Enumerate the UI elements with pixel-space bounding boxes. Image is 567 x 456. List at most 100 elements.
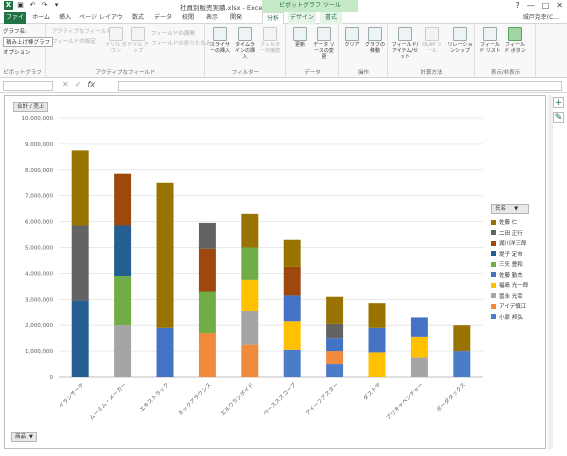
bar-segment[interactable] xyxy=(71,300,89,377)
user-account[interactable]: 城戸克幸(C... xyxy=(523,12,559,24)
bar-segment[interactable] xyxy=(114,225,132,276)
enter-icon[interactable]: ✓ xyxy=(75,80,82,89)
tab-0[interactable]: ファイル xyxy=(4,12,26,33)
insert-slicer-button[interactable]: スライサーの挿入 xyxy=(209,27,231,54)
legend-item[interactable]: 佐藤 勤杰 xyxy=(491,270,541,281)
bar-segment[interactable] xyxy=(410,357,428,377)
bar-segment[interactable] xyxy=(156,182,174,328)
bar-segment[interactable] xyxy=(241,213,259,248)
bar-segment[interactable] xyxy=(241,279,259,311)
bar-segment[interactable] xyxy=(283,266,301,296)
legend-item[interactable]: 堤子 定市 xyxy=(491,249,541,260)
filter-connections-button[interactable]: フィルターの接続 xyxy=(259,27,281,54)
redo-icon[interactable]: ↷ xyxy=(40,1,49,10)
tab-8[interactable]: 開発 xyxy=(226,12,246,24)
change-data-source-button[interactable]: データ ソースの変更 xyxy=(313,27,335,60)
maximize-button[interactable]: □ xyxy=(542,1,550,10)
collapse-field-button[interactable]: フィールドの折りたたみ xyxy=(151,39,211,47)
legend-field-button[interactable]: 氏名 ▼ xyxy=(491,204,529,214)
relationships-button[interactable]: リレーションシップ xyxy=(446,27,474,54)
close-button[interactable]: ✕ xyxy=(556,1,563,10)
bar-segment[interactable] xyxy=(198,332,216,377)
axis-field-button[interactable]: 商品 ▼ xyxy=(11,432,37,442)
customize-qat-icon[interactable]: ▾ xyxy=(52,1,61,10)
bar-segment[interactable] xyxy=(453,325,471,352)
bar-segment[interactable] xyxy=(156,327,174,377)
tab-4[interactable]: 数式 xyxy=(128,12,148,24)
legend-item[interactable]: アイデ慎江 xyxy=(491,301,541,312)
bar-segment[interactable] xyxy=(410,317,428,337)
help-button[interactable]: ? xyxy=(515,1,519,10)
legend[interactable]: 氏名 ▼ 佐藤 仁二田 正行 湖川洋三郎 堤子 定市 三矢 豊和 佐藤 勤杰 福島 光一郎冨… xyxy=(491,204,541,322)
insert-function-icon[interactable]: fx xyxy=(87,80,95,89)
bar-segment[interactable] xyxy=(114,275,132,326)
bar-segment[interactable] xyxy=(241,310,259,345)
tab-7[interactable]: 表示 xyxy=(202,12,222,24)
name-box[interactable] xyxy=(3,81,53,91)
clear-button[interactable]: クリア xyxy=(341,27,363,48)
drill-up-button[interactable]: ドリル アップ xyxy=(127,27,149,54)
tab-9[interactable]: 分析 xyxy=(262,12,284,24)
cancel-icon[interactable]: ✕ xyxy=(62,80,69,89)
bar-segment[interactable] xyxy=(326,323,344,339)
field-list-button[interactable]: フィールド リスト xyxy=(479,27,501,54)
field-settings-button[interactable]: フィールドの設定 xyxy=(52,37,96,45)
vertical-scrollbar[interactable] xyxy=(548,95,553,449)
legend-item[interactable]: 三矢 豊和 xyxy=(491,259,541,270)
chart-name-input[interactable]: 積み上げ棒グラフ xyxy=(3,37,54,47)
minimize-button[interactable]: — xyxy=(527,1,535,10)
move-chart-button[interactable]: グラフの移動 xyxy=(364,27,386,54)
pivot-chart-area[interactable]: 0 1,000,000 2,000,000 3,000,000 4,000,000 5,0… xyxy=(4,95,546,449)
bar-segment[interactable] xyxy=(71,150,89,226)
bar-segment[interactable] xyxy=(453,351,471,377)
legend-item[interactable]: 小原 邦弘 xyxy=(491,312,541,323)
tab-5[interactable]: データ xyxy=(152,12,174,24)
bar-segment[interactable] xyxy=(198,291,216,333)
olap-tools-button[interactable]: OLAP ツール xyxy=(421,27,443,54)
insert-timeline-button[interactable]: タイムラインの挿入 xyxy=(234,27,256,60)
chart-styles-button[interactable]: ✎ xyxy=(553,112,564,123)
legend-item[interactable]: 福島 光一郎 xyxy=(491,280,541,291)
bar-segment[interactable] xyxy=(326,296,344,324)
bar-segment[interactable] xyxy=(410,336,428,358)
undo-icon[interactable]: ↶ xyxy=(28,1,37,10)
value-field-button[interactable]: 合計 / 売上 xyxy=(13,102,49,112)
bar-segment[interactable] xyxy=(283,349,301,377)
tab-6[interactable]: 校閲 xyxy=(178,12,198,24)
bar-segment[interactable] xyxy=(368,352,386,377)
x-tick-label: ボーダタックス xyxy=(434,381,467,414)
bar-segment[interactable] xyxy=(198,222,216,249)
bar-segment[interactable] xyxy=(198,248,216,292)
tab-3[interactable]: ページ レイアウト xyxy=(78,12,124,33)
legend-item[interactable]: 二田 正行 xyxy=(491,228,541,239)
formula-input[interactable] xyxy=(118,81,562,91)
bar-segment[interactable] xyxy=(283,239,301,267)
tab-1[interactable]: ホーム xyxy=(30,12,52,24)
bar-segment[interactable] xyxy=(114,325,132,377)
bar-segment[interactable] xyxy=(71,225,89,301)
options-button[interactable]: オプション xyxy=(3,48,31,56)
bar-segment[interactable] xyxy=(283,321,301,350)
bar-segment[interactable] xyxy=(283,295,301,322)
chart-elements-button[interactable]: + xyxy=(553,97,564,108)
save-icon[interactable]: ▣ xyxy=(16,1,25,10)
tab-10[interactable]: デザイン xyxy=(288,12,316,24)
legend-item[interactable]: 冨永 光幸 xyxy=(491,291,541,302)
drill-down-button[interactable]: ドリル ダウン xyxy=(105,27,127,54)
bar-segment[interactable] xyxy=(326,364,344,377)
legend-item[interactable]: 佐藤 仁 xyxy=(491,217,541,228)
expand-field-button[interactable]: フィールドの展開 xyxy=(151,29,195,37)
bar-segment[interactable] xyxy=(368,303,386,328)
bar-segment[interactable] xyxy=(114,173,132,226)
bar-segment[interactable] xyxy=(241,344,259,377)
bar-segment[interactable] xyxy=(326,338,344,352)
bar-segment[interactable] xyxy=(241,247,259,280)
bar-segment[interactable] xyxy=(368,327,386,353)
tab-2[interactable]: 挿入 xyxy=(56,12,74,24)
tab-11[interactable]: 書式 xyxy=(320,12,342,24)
refresh-button[interactable]: 更新 xyxy=(289,27,311,48)
legend-item[interactable]: 湖川洋三郎 xyxy=(491,238,541,249)
field-buttons-button[interactable]: フィールド ボタン xyxy=(504,27,526,54)
fields-items-sets-button[interactable]: フィールド/アイテム/セット xyxy=(391,27,419,60)
bar-segment[interactable] xyxy=(326,351,344,365)
